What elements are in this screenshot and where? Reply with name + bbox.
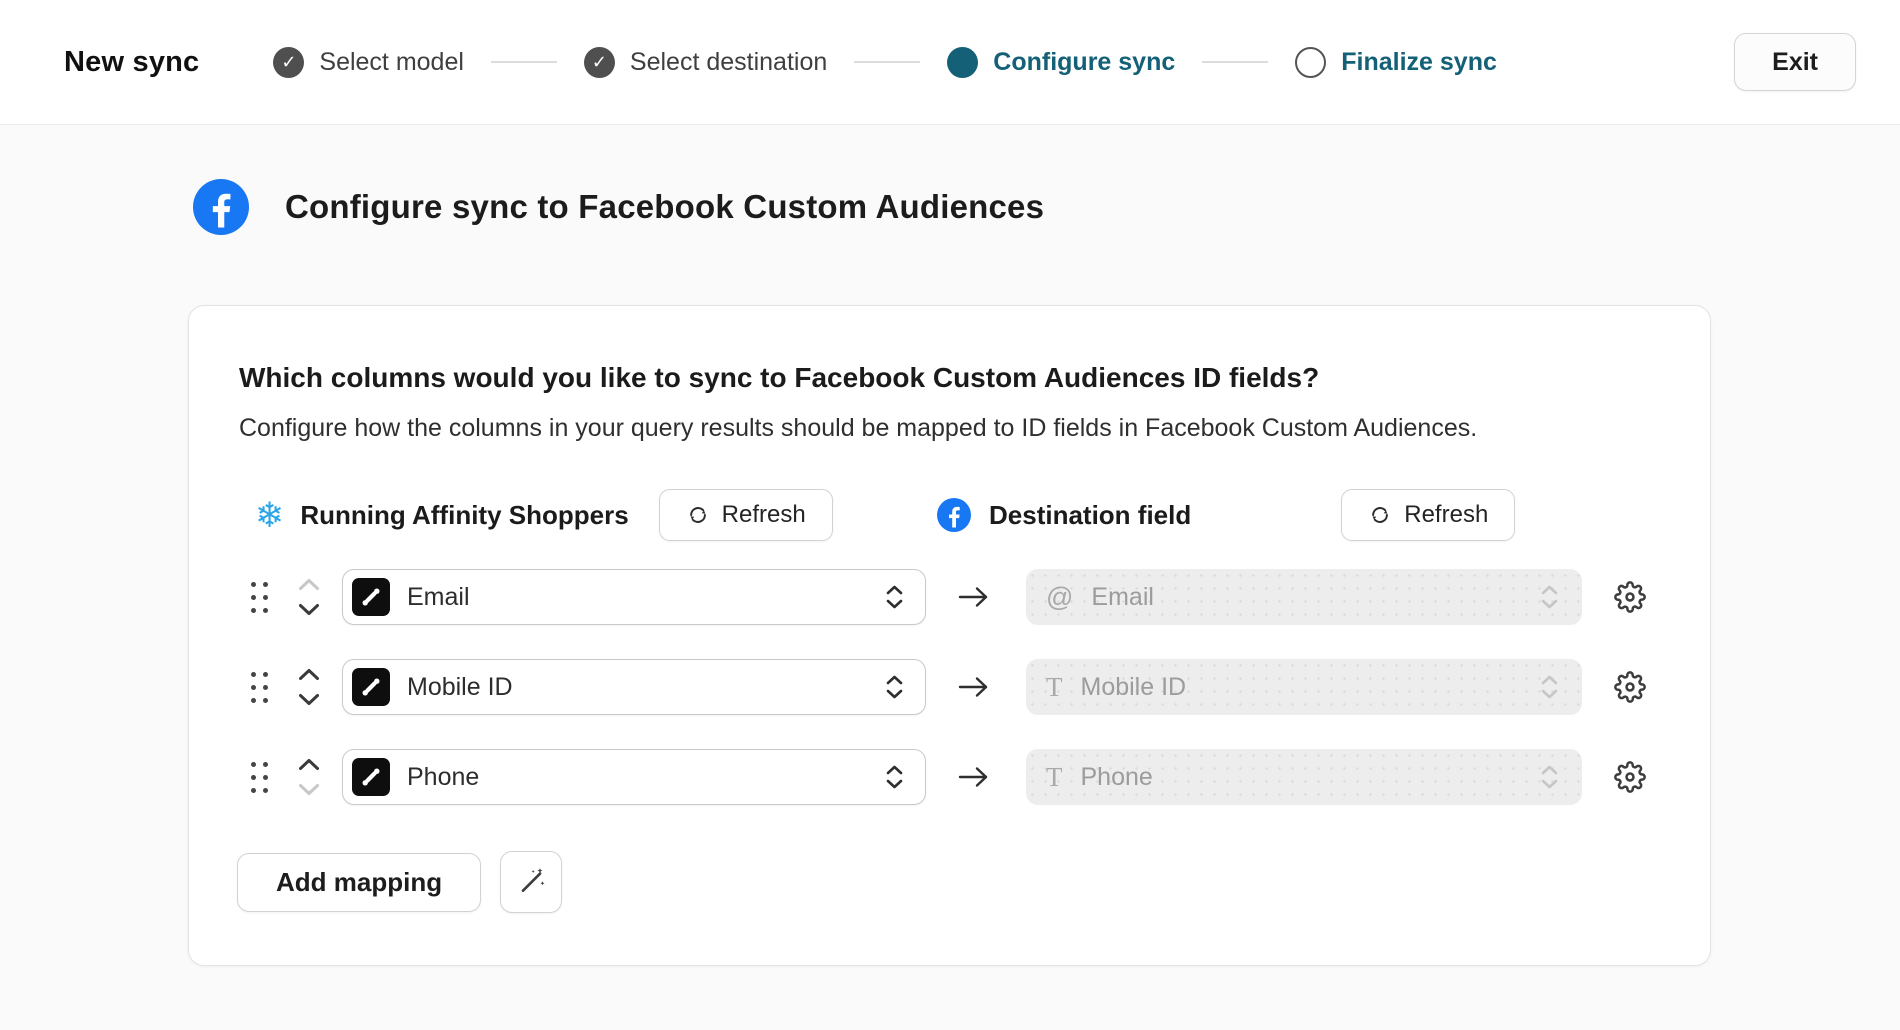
column-headers: ❄ Running Affinity Shoppers Refresh Dest… (189, 489, 1710, 541)
destination-field-select: T Phone (1026, 749, 1582, 805)
select-chevrons-icon (886, 675, 903, 699)
arrow-right-icon (956, 674, 992, 700)
mapping-row: Mobile ID T Mobile ID (189, 659, 1710, 715)
step-complete-check-icon (584, 47, 615, 78)
step-connector (1202, 61, 1268, 63)
step-connector (491, 61, 557, 63)
refresh-icon (1368, 503, 1392, 527)
snowflake-icon: ❄ (255, 498, 284, 533)
page-title: Configure sync to Facebook Custom Audien… (285, 188, 1044, 226)
source-column-label: Phone (407, 763, 886, 792)
step-select-model[interactable]: Select model (273, 47, 464, 78)
destination-field-select: @ Email (1026, 569, 1582, 625)
model-column-icon (352, 578, 390, 616)
move-down-icon (298, 783, 320, 796)
at-icon: @ (1046, 584, 1073, 611)
page-header: Configure sync to Facebook Custom Audien… (193, 179, 1900, 235)
text-type-icon: T (1046, 764, 1063, 791)
step-connector (854, 61, 920, 63)
wizard-header: New sync Select model Select destination… (0, 0, 1900, 125)
drag-handle-icon[interactable] (251, 762, 268, 793)
mapping-rows: Email @ Email (189, 569, 1710, 805)
arrow-right-icon (956, 764, 992, 790)
source-column-header: ❄ Running Affinity Shoppers Refresh (189, 489, 937, 541)
facebook-icon (193, 179, 249, 235)
select-chevrons-icon (1541, 675, 1558, 699)
field-settings-gear-icon[interactable] (1614, 581, 1646, 613)
move-up-icon (298, 578, 320, 591)
mapping-row: Phone T Phone (189, 749, 1710, 805)
add-mapping-button[interactable]: Add mapping (237, 853, 481, 912)
model-column-icon (352, 668, 390, 706)
step-upcoming-circle-icon (1295, 47, 1326, 78)
destination-field-label: Phone (1081, 763, 1542, 792)
auto-map-button[interactable] (500, 851, 562, 913)
text-type-icon: T (1046, 674, 1063, 701)
destination-field-title: Destination field (989, 500, 1191, 531)
step-select-destination[interactable]: Select destination (584, 47, 827, 78)
destination-column-header: Destination field Refresh (937, 489, 1515, 541)
refresh-destination-button[interactable]: Refresh (1341, 489, 1515, 541)
step-finalize-sync[interactable]: Finalize sync (1295, 47, 1497, 78)
source-model-name: Running Affinity Shoppers (300, 500, 628, 531)
source-column-select[interactable]: Phone (342, 749, 926, 805)
field-settings-gear-icon[interactable] (1614, 671, 1646, 703)
card-subheading: Configure how the columns in your query … (239, 414, 1650, 443)
move-up-icon[interactable] (298, 668, 320, 681)
step-current-dot-icon (947, 47, 978, 78)
refresh-source-button[interactable]: Refresh (659, 489, 833, 541)
model-column-icon (352, 758, 390, 796)
move-up-icon[interactable] (298, 758, 320, 771)
select-chevrons-icon (1541, 765, 1558, 789)
stepper: Select model Select destination Configur… (273, 47, 1497, 78)
drag-handle-icon[interactable] (251, 672, 268, 703)
drag-handle-icon[interactable] (251, 582, 268, 613)
facebook-icon (937, 498, 971, 532)
move-down-icon[interactable] (298, 693, 320, 706)
wizard-title: New sync (64, 46, 199, 79)
magic-wand-icon (515, 866, 547, 898)
arrow-right-icon (956, 584, 992, 610)
field-settings-gear-icon[interactable] (1614, 761, 1646, 793)
mapping-card: Which columns would you like to sync to … (188, 305, 1711, 966)
card-heading: Which columns would you like to sync to … (239, 362, 1650, 394)
destination-field-label: Email (1091, 583, 1541, 612)
source-column-select[interactable]: Mobile ID (342, 659, 926, 715)
source-column-select[interactable]: Email (342, 569, 926, 625)
select-chevrons-icon (1541, 585, 1558, 609)
source-column-label: Email (407, 583, 886, 612)
select-chevrons-icon (886, 765, 903, 789)
step-complete-check-icon (273, 47, 304, 78)
move-down-icon[interactable] (298, 603, 320, 616)
source-column-label: Mobile ID (407, 673, 886, 702)
destination-field-select: T Mobile ID (1026, 659, 1582, 715)
mapping-row: Email @ Email (189, 569, 1710, 625)
card-actions: Add mapping (237, 851, 1710, 913)
destination-field-label: Mobile ID (1081, 673, 1542, 702)
step-configure-sync[interactable]: Configure sync (947, 47, 1175, 78)
select-chevrons-icon (886, 585, 903, 609)
exit-button[interactable]: Exit (1734, 33, 1856, 91)
refresh-icon (686, 503, 710, 527)
